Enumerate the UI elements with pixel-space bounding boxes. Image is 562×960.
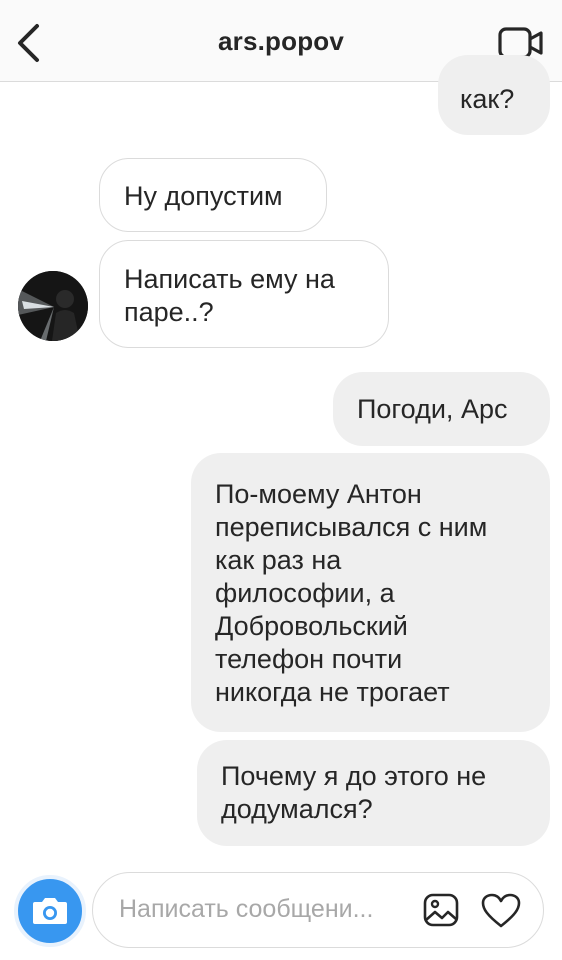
message-bubble-sent[interactable]: как? (438, 55, 550, 135)
message-line: Добровольский (215, 611, 408, 641)
image-icon (423, 893, 459, 927)
message-line: додумался? (221, 794, 373, 824)
message-line: как раз на (215, 545, 342, 575)
message-line: философии, а (215, 578, 395, 608)
message-bubble-sent[interactable]: По-моему Антон переписывался с ним как р… (191, 453, 550, 732)
message-line: паре..? (124, 297, 214, 327)
profile-photo-icon (18, 271, 88, 341)
message-text: Ну допустим (124, 181, 283, 211)
message-line: переписывался с ним (215, 512, 488, 542)
gallery-button[interactable] (423, 893, 459, 927)
message-composer[interactable]: Написать сообщени... (92, 872, 544, 948)
message-bubble-received[interactable]: Ну допустим (99, 158, 327, 232)
message-line: никогда не трогает (215, 677, 450, 707)
message-text: как? (460, 84, 515, 114)
message-line: Почему я до этого не (221, 761, 487, 791)
camera-button[interactable] (14, 875, 86, 947)
message-line: телефон почти (215, 644, 403, 674)
chat-title[interactable]: ars.popov (0, 26, 562, 57)
message-bubble-received[interactable]: Написать ему на паре..? (99, 240, 389, 348)
camera-icon (33, 898, 67, 924)
message-text: Погоди, Арс (357, 394, 508, 424)
heart-icon (481, 893, 521, 928)
like-button[interactable] (481, 893, 521, 929)
avatar[interactable] (18, 271, 88, 341)
message-line: Написать ему на (124, 264, 335, 294)
message-bubble-sent[interactable]: Почему я до этого не додумался? (197, 740, 550, 846)
message-bubble-sent[interactable]: Погоди, Арс (333, 372, 550, 446)
message-line: По-моему Антон (215, 479, 422, 509)
message-input[interactable]: Написать сообщени... (119, 895, 395, 924)
